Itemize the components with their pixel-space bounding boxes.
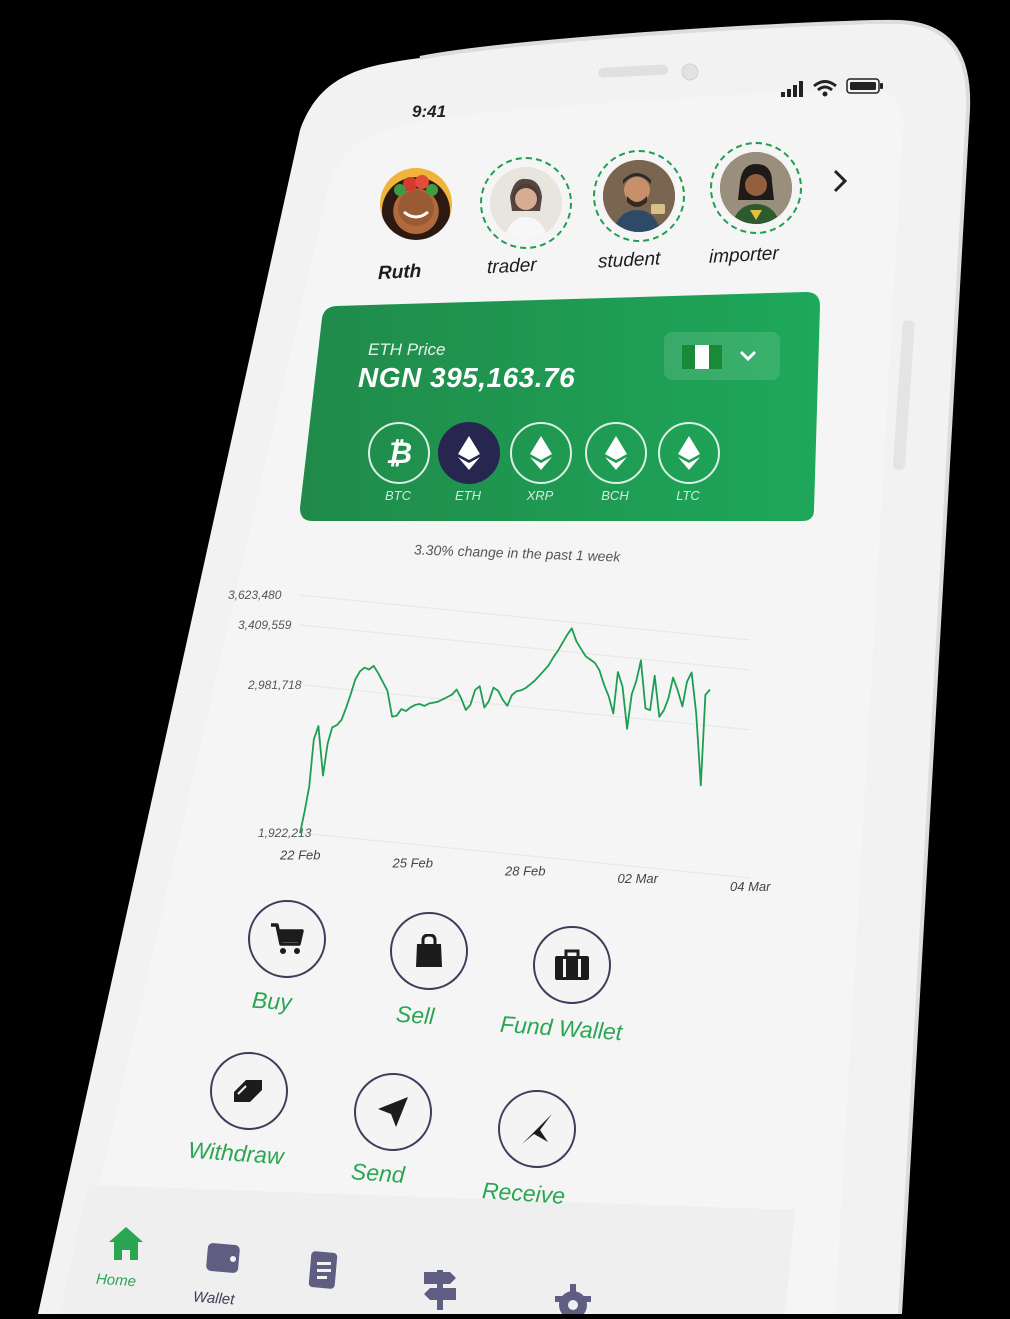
battery-icon (846, 76, 884, 101)
story-label-ruth: Ruth (378, 260, 422, 285)
stories-next-button[interactable] (830, 168, 850, 199)
y-tick-label: 2,981,718 (247, 678, 302, 692)
bag-icon (416, 934, 442, 967)
story-label-student: student (598, 248, 661, 273)
send-arrow-icon (378, 1097, 408, 1127)
nav-label-home: Home (95, 1270, 137, 1291)
story-label-importer: importer (709, 243, 779, 268)
coin-xrp[interactable]: XRP (510, 422, 572, 503)
coin-ltc[interactable]: LTC (658, 422, 720, 503)
country-select[interactable] (664, 332, 780, 380)
coin-button[interactable] (585, 422, 647, 484)
y-tick-label: 3,623,480 (228, 588, 282, 602)
bitcoin-icon: ₿ (386, 437, 412, 470)
coin-btc[interactable]: ₿ BTC (368, 422, 430, 503)
luggage-icon (555, 949, 589, 980)
signal-icon (779, 80, 807, 103)
y-tick-label: 1,922,213 (258, 826, 312, 840)
story-label-trader: trader (487, 254, 537, 279)
ethereum-icon (458, 436, 480, 470)
phone-mockup: 9:41 Ruth trader student importer ETH Pr… (0, 0, 1010, 1319)
action-circle[interactable] (533, 926, 611, 1004)
ethereum-icon (605, 436, 627, 470)
action-circle[interactable] (390, 912, 468, 990)
x-tick-label: 28 Feb (504, 863, 545, 878)
action-circle[interactable] (498, 1090, 576, 1168)
nav-label-wallet: Wallet (192, 1288, 235, 1309)
avatar-icon (504, 178, 548, 239)
coin-label-xrp: XRP (526, 488, 554, 503)
y-tick-label: 3,409,559 (238, 618, 292, 632)
chart-gridline (299, 624, 751, 671)
home-icon (109, 1227, 143, 1260)
receive-arrow-icon (522, 1114, 552, 1144)
wifi-icon (812, 78, 838, 103)
avatar-icon (720, 152, 792, 224)
eraser-card-icon (234, 1080, 262, 1102)
x-tick-label: 25 Feb (392, 855, 433, 870)
story-ring-student[interactable] (593, 150, 685, 242)
avatar (720, 152, 792, 224)
buy-label: Buy (251, 986, 293, 1016)
chart-series-line (299, 627, 711, 834)
action-circle[interactable] (354, 1073, 432, 1151)
coin-label-btc: BTC (385, 488, 411, 503)
coin-label-eth: ETH (455, 488, 481, 503)
avatar-icon (603, 160, 675, 232)
x-tick-label: 22 Feb (279, 848, 320, 863)
coin-button[interactable]: ₿ (368, 422, 430, 484)
document-icon (308, 1251, 338, 1289)
x-tick-label: 04 Mar (730, 879, 771, 894)
svg-text:₿: ₿ (386, 437, 412, 470)
signpost-icon (424, 1270, 456, 1310)
receive-button[interactable] (498, 1090, 576, 1168)
nav-wallet[interactable]: Wallet (192, 1240, 243, 1308)
withdraw-button[interactable] (210, 1052, 288, 1130)
coin-button[interactable] (658, 422, 720, 484)
send-button[interactable] (354, 1073, 432, 1151)
story-ring-trader[interactable] (480, 157, 572, 249)
coin-label-ltc: LTC (676, 488, 700, 503)
action-circle[interactable] (248, 900, 326, 978)
ethereum-icon (530, 436, 552, 470)
avatar-icon (394, 175, 438, 226)
price-card: ETH Price NGN 395,163.76 ₿ BTC ETH XRP B… (300, 292, 822, 521)
avatar (490, 167, 562, 239)
fund-wallet-button[interactable] (533, 926, 611, 1004)
sell-label: Sell (395, 1000, 436, 1030)
wallet-icon (206, 1243, 240, 1273)
chevron-right-icon (833, 169, 848, 193)
ethereum-icon (678, 436, 700, 470)
price-chart-svg: 3,623,480 3,409,559 2,981,718 1,922,213 22 F… (228, 588, 771, 894)
receive-label: Receive (481, 1177, 566, 1209)
gear-icon (555, 1284, 591, 1319)
price-chart: 3,623,480 3,409,559 2,981,718 1,922,213 22 F… (200, 575, 780, 895)
chart-gridline (299, 594, 751, 641)
coin-label-bch: BCH (601, 488, 629, 503)
chevron-down-icon (739, 350, 757, 362)
x-tick-label: 02 Mar (618, 871, 659, 886)
cart-icon (271, 923, 304, 954)
nav-signpost[interactable] (420, 1266, 460, 1315)
nav-p2p[interactable] (308, 1250, 340, 1295)
price-caption: ETH Price (368, 340, 446, 359)
coin-eth[interactable]: ETH (438, 422, 500, 503)
coin-bch[interactable]: BCH (585, 422, 647, 503)
nigeria-flag-icon (682, 345, 722, 369)
avatar (603, 160, 675, 232)
status-time: 9:41 (412, 102, 447, 121)
story-ring-importer[interactable] (710, 142, 802, 234)
coin-button[interactable] (510, 422, 572, 484)
story-avatar-ruth[interactable] (380, 168, 452, 240)
sell-button[interactable] (390, 912, 468, 990)
nav-home[interactable]: Home (95, 1224, 146, 1290)
action-circle[interactable] (210, 1052, 288, 1130)
buy-button[interactable] (248, 900, 326, 978)
coin-button[interactable] (438, 422, 500, 484)
send-label: Send (350, 1158, 406, 1188)
price-value: NGN 395,163.76 (358, 362, 576, 393)
